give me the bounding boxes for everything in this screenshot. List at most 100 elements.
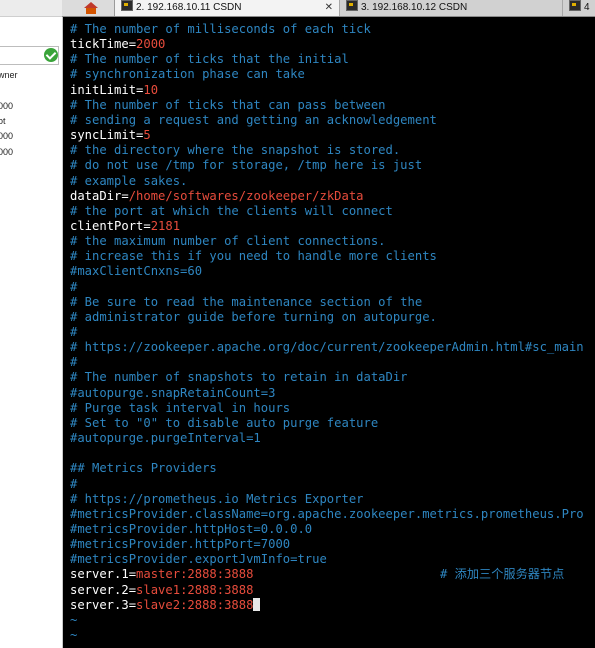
tilde-marker: ~ xyxy=(70,612,78,627)
terminal-line: # Purge task interval in hours xyxy=(70,401,290,416)
comment-text: # the maximum number of client connectio… xyxy=(70,234,386,249)
terminal-line: # The number of milliseconds of each tic… xyxy=(70,22,371,37)
terminal-line: #metricsProvider.className=org.apache.zo… xyxy=(70,507,584,522)
comment-text: #metricsProvider.exportJvmInfo=true xyxy=(70,552,327,567)
terminal-line: ~ xyxy=(70,628,77,643)
config-value: 10 xyxy=(143,82,159,97)
home-icon-body xyxy=(86,8,96,14)
terminal-line: ## Metrics Providers xyxy=(70,461,217,476)
comment-text: # xyxy=(70,325,78,339)
config-key: server.1= xyxy=(70,567,137,582)
cursor-char: 8 xyxy=(246,597,254,612)
terminal-line: server.2=slave1:2888:3888 xyxy=(70,583,253,598)
terminal-window[interactable]: # The number of milliseconds of each tic… xyxy=(66,20,595,648)
terminal-line: clientPort=2181 xyxy=(70,219,180,234)
comment-text: ## Metrics Providers xyxy=(70,461,217,476)
text-cursor xyxy=(253,597,261,611)
terminal-line: # The number of ticks that the initial xyxy=(70,52,349,67)
config-key: tickTime= xyxy=(70,37,137,52)
terminal-line: #autopurge.snapRetainCount=3 xyxy=(70,386,275,401)
terminal-line: # The number of ticks that can pass betw… xyxy=(70,98,386,113)
comment-text: # Set to "0" to disable auto purge featu… xyxy=(70,415,379,430)
terminal-line: initLimit=10 xyxy=(70,83,158,98)
tilde-marker: ~ xyxy=(70,628,78,642)
comment-text: #autopurge.snapRetainCount=3 xyxy=(70,385,276,400)
left-panel-text: wner xyxy=(0,70,18,80)
config-value: master:2888:3888 xyxy=(136,567,254,582)
terminal-line: # the port at which the clients will con… xyxy=(70,204,393,219)
tab-session-3[interactable]: 3. 192.168.10.12 CSDN xyxy=(339,0,562,16)
config-key: server.2= xyxy=(70,582,137,597)
terminal-line: # synchronization phase can take xyxy=(70,67,305,82)
config-value: 5 xyxy=(143,128,151,143)
terminal-line: # sending a request and getting an ackno… xyxy=(70,113,437,128)
terminal-icon xyxy=(121,0,133,11)
comment-text: # https://zookeeper.apache.org/doc/curre… xyxy=(70,340,584,355)
comment-text: # do not use /tmp for storage, /tmp here… xyxy=(70,158,423,173)
left-panel-text: 000 xyxy=(0,101,14,111)
config-key: clientPort= xyxy=(70,218,151,233)
close-icon[interactable]: ✕ xyxy=(325,0,333,16)
comment-text: # The number of ticks that can pass betw… xyxy=(70,97,386,112)
comment-text: #autopurge.purgeInterval=1 xyxy=(70,431,261,446)
config-key: server.3= xyxy=(70,597,137,612)
left-panel-text: 000 xyxy=(0,131,14,141)
comment-text: # xyxy=(70,476,78,491)
comment-text: # synchronization phase can take xyxy=(70,67,305,82)
config-key: dataDir= xyxy=(70,188,129,203)
config-value: slave1:2888:3888 xyxy=(136,582,254,597)
terminal-line: # the maximum number of client connectio… xyxy=(70,234,386,249)
tab-label: 3. 192.168.10.12 CSDN xyxy=(361,2,468,13)
comment-text: # The number of milliseconds of each tic… xyxy=(70,22,371,36)
comment-text: # administrator guide before turning on … xyxy=(70,309,437,324)
config-value: 2181 xyxy=(150,218,181,233)
terminal-line: server.1=master:2888:3888 # 添加三个服务器节点 xyxy=(70,567,564,582)
terminal-line: ~ xyxy=(70,613,77,628)
terminal-line: # The number of snapshots to retain in d… xyxy=(70,370,408,385)
terminal-line: #maxClientCnxns=60 xyxy=(70,264,202,279)
tab-label: 2. 192.168.10.11 CSDN xyxy=(136,2,242,13)
comment-text: # The number of ticks that the initial xyxy=(70,52,349,67)
terminal-line: dataDir=/home/softwares/zookeeper/zkData xyxy=(70,189,364,204)
comment-text: # xyxy=(70,279,78,294)
terminal-line: tickTime=2000 xyxy=(70,37,165,52)
tab-label: 4 xyxy=(584,2,590,13)
terminal-icon xyxy=(569,0,581,11)
terminal-line: #metricsProvider.exportJvmInfo=true xyxy=(70,552,327,567)
comment-text: # Purge task interval in hours xyxy=(70,400,291,415)
comment-text: # example sakes. xyxy=(70,173,188,188)
config-key: initLimit= xyxy=(70,82,144,97)
comment-text: # sending a request and getting an ackno… xyxy=(70,112,437,127)
tab-session-4[interactable]: 4 xyxy=(562,0,595,16)
terminal-line: server.3=slave2:2888:3888 xyxy=(70,597,261,613)
left-panel-text: ot xyxy=(0,116,6,126)
config-value: /home/softwares/zookeeper/zkData xyxy=(128,188,364,203)
check-icon xyxy=(44,48,58,62)
terminal-line: # Set to "0" to disable auto purge featu… xyxy=(70,416,378,431)
comment-text: # The number of snapshots to retain in d… xyxy=(70,370,408,385)
comment-text: #metricsProvider.httpHost=0.0.0.0 xyxy=(70,521,313,536)
terminal-line: # Be sure to read the maintenance sectio… xyxy=(70,295,422,310)
terminal-line: # the directory where the snapshot is st… xyxy=(70,143,400,158)
config-value: 2000 xyxy=(136,37,166,52)
left-panel-text: 000 xyxy=(0,147,14,157)
left-side-panel: wner 000 ot 000 000 xyxy=(0,0,63,648)
comment-text: # https://prometheus.io Metrics Exporter xyxy=(70,491,364,506)
terminal-line: # do not use /tmp for storage, /tmp here… xyxy=(70,158,422,173)
comment-text: #metricsProvider.className=org.apache.zo… xyxy=(70,506,584,521)
terminal-line: # xyxy=(70,477,77,492)
terminal-line: # administrator guide before turning on … xyxy=(70,310,437,325)
terminal-line: # https://prometheus.io Metrics Exporter xyxy=(70,492,364,507)
terminal-icon xyxy=(346,0,358,11)
comment-text: #metricsProvider.httpPort=7000 xyxy=(70,537,291,552)
comment-text: # the directory where the snapshot is st… xyxy=(70,143,401,158)
tab-bar: 2. 192.168.10.11 CSDN ✕ 3. 192.168.10.12… xyxy=(62,0,595,17)
terminal-line: # increase this if you need to handle mo… xyxy=(70,249,437,264)
inline-comment: # 添加三个服务器节点 xyxy=(440,567,565,582)
terminal-line: # xyxy=(70,355,77,370)
tab-session-2[interactable]: 2. 192.168.10.11 CSDN ✕ xyxy=(114,0,340,16)
terminal-line: # example sakes. xyxy=(70,174,187,189)
home-tab[interactable] xyxy=(76,0,106,16)
terminal-line: # https://zookeeper.apache.org/doc/curre… xyxy=(70,340,584,355)
comment-text: # Be sure to read the maintenance sectio… xyxy=(70,294,423,309)
